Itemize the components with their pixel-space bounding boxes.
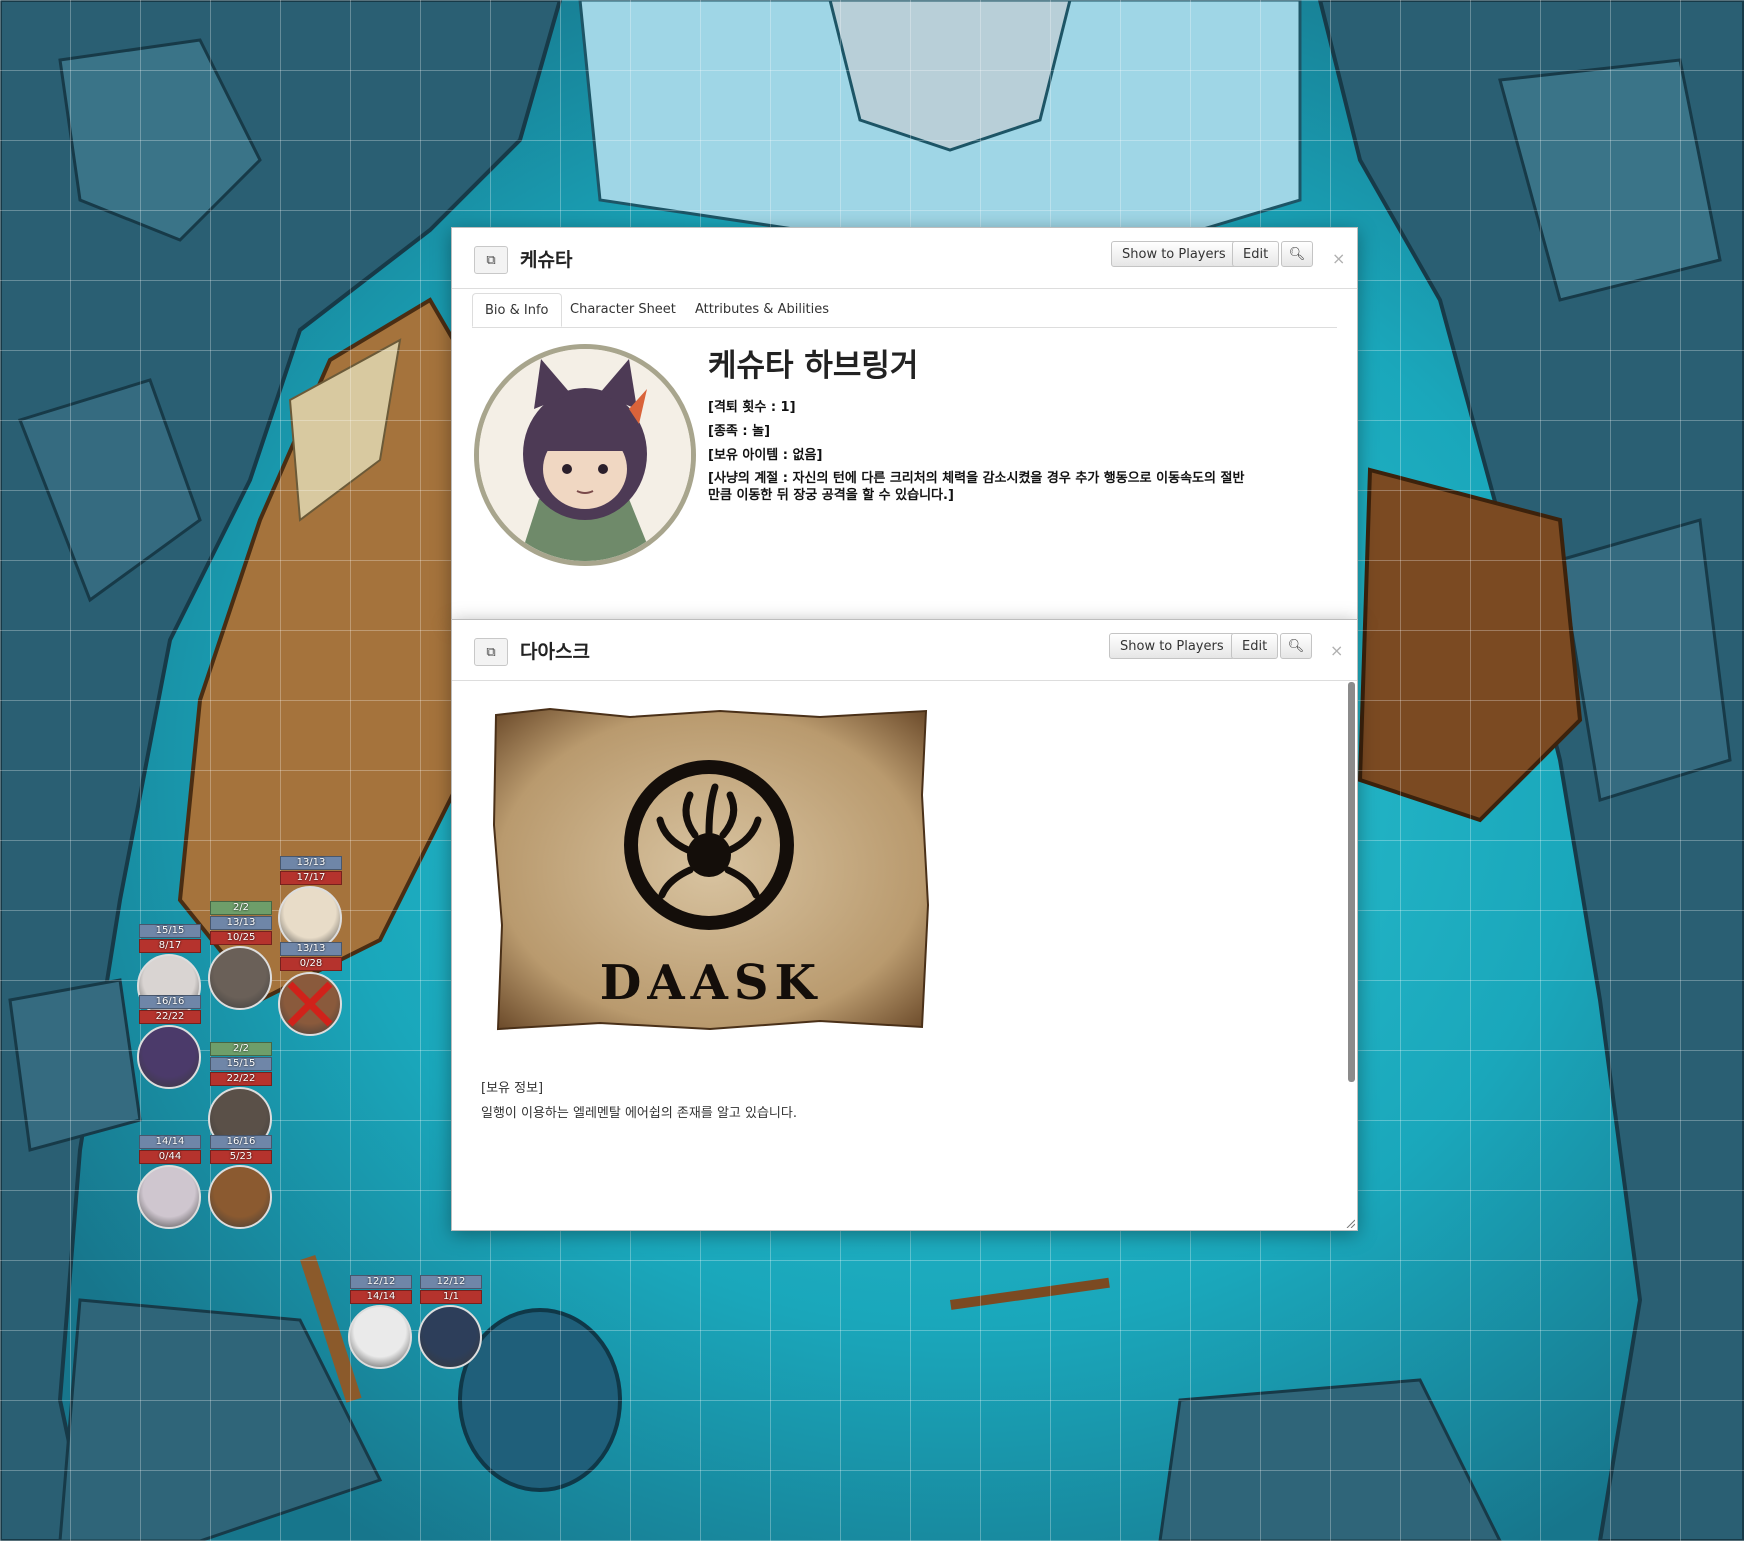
token[interactable]: 13/13 0/28 <box>278 942 344 1036</box>
search-icon: 🔍︎ <box>1288 247 1306 262</box>
token-portrait <box>208 1165 272 1229</box>
token[interactable]: 12/12 1/1 <box>418 1275 484 1369</box>
daask-emblem-image: DAASK <box>490 705 932 1035</box>
character-avatar <box>474 344 696 566</box>
character-dialog-keshuta[interactable]: ⧉ 케슈타 Show to Players Edit 🔍︎ × Bio & In… <box>451 227 1358 621</box>
edit-button[interactable]: Edit <box>1231 633 1279 659</box>
token-bar: 14/14 <box>350 1290 412 1304</box>
tab-character-sheet[interactable]: Character Sheet <box>558 293 688 327</box>
character-name: 케슈타 하브링거 <box>708 348 919 384</box>
token[interactable]: 13/13 17/17 <box>278 856 344 950</box>
token-bar: 0/44 <box>139 1150 201 1164</box>
section-label-info: [보유 정보] <box>481 1081 544 1096</box>
token-portrait <box>208 946 272 1010</box>
dialog-title: 케슈타 <box>520 249 573 271</box>
dialog-title: 다아스크 <box>520 641 590 663</box>
token-portrait <box>278 972 342 1036</box>
handout-content: DAASK [보유 정보] 일행이 이용하는 엘레멘탈 에어쉽의 존재를 알고 … <box>452 681 1345 1230</box>
token-bar: 13/13 <box>280 942 342 956</box>
show-to-players-button[interactable]: Show to Players <box>1111 241 1237 267</box>
token-bar: 13/13 <box>280 856 342 870</box>
token-bar: 8/17 <box>139 939 201 953</box>
token-bar: 13/13 <box>210 916 272 930</box>
token-bar: 17/17 <box>280 871 342 885</box>
search-button[interactable]: 🔍︎ <box>1281 241 1313 267</box>
search-icon: 🔍︎ <box>1287 639 1305 654</box>
token-bar: 12/12 <box>350 1275 412 1289</box>
token-bar: 2/2 <box>210 901 272 915</box>
token-bar: 22/22 <box>139 1010 201 1024</box>
token-bar: 22/22 <box>210 1072 272 1086</box>
ability-description: [사냥의 계절 : 자신의 턴에 다른 크리처의 체력을 감소시켰을 경우 추가… <box>708 471 1245 503</box>
popout-button[interactable]: ⧉ <box>474 638 508 666</box>
close-icon[interactable]: × <box>1332 249 1345 268</box>
popout-icon: ⧉ <box>486 252 496 268</box>
token-portrait <box>348 1305 412 1369</box>
token-bar: 12/12 <box>420 1275 482 1289</box>
info-line-defeats: [격퇴 횟수 : 1] <box>708 400 796 415</box>
token[interactable]: 12/12 14/14 <box>348 1275 414 1369</box>
token[interactable]: 16/16 5/23 <box>208 1135 274 1229</box>
token-portrait <box>418 1305 482 1369</box>
resize-handle-icon[interactable] <box>1345 1218 1355 1228</box>
section-text-info: 일행이 이용하는 엘레멘탈 에어쉽의 존재를 알고 있습니다. <box>481 1106 797 1121</box>
token-bar: 2/2 <box>210 1042 272 1056</box>
edit-button[interactable]: Edit <box>1232 241 1280 267</box>
token-bar: 16/16 <box>139 995 201 1009</box>
popout-icon: ⧉ <box>486 644 496 660</box>
token-bar: 0/28 <box>280 957 342 971</box>
tab-bar: Bio & Info Character Sheet Attributes & … <box>472 293 1337 328</box>
token-portrait <box>137 1025 201 1089</box>
close-icon[interactable]: × <box>1330 641 1343 660</box>
handout-dialog-daask[interactable]: ⧉ 다아스크 Show to Players Edit 🔍︎ × DAASK [… <box>451 619 1358 1231</box>
token-bar: 15/15 <box>139 924 201 938</box>
tab-attributes-abilities[interactable]: Attributes & Abilities <box>683 293 841 327</box>
popout-button[interactable]: ⧉ <box>474 246 508 274</box>
token-bar: 15/15 <box>210 1057 272 1071</box>
token-portrait <box>278 886 342 950</box>
daask-logo-text: DAASK <box>599 955 823 1011</box>
tab-bio-info[interactable]: Bio & Info <box>472 293 562 327</box>
token[interactable]: 14/14 0/44 <box>137 1135 203 1229</box>
dialog-header: ⧉ 다아스크 Show to Players Edit 🔍︎ × <box>452 620 1357 681</box>
info-line-items: [보유 아이템 : 없음] <box>708 448 823 463</box>
show-to-players-button[interactable]: Show to Players <box>1109 633 1235 659</box>
token-bar: 14/14 <box>139 1135 201 1149</box>
token[interactable]: 2/2 13/13 10/25 <box>208 901 274 1010</box>
token-portrait <box>137 1165 201 1229</box>
search-button[interactable]: 🔍︎ <box>1280 633 1312 659</box>
token-bar: 10/25 <box>210 931 272 945</box>
scrollbar[interactable] <box>1348 682 1355 1082</box>
info-line-race: [종족 : 놀] <box>708 424 771 439</box>
token-bar: 5/23 <box>210 1150 272 1164</box>
dead-marker-icon <box>287 981 333 1027</box>
token-bar: 1/1 <box>420 1290 482 1304</box>
token[interactable]: 16/16 22/22 <box>137 995 203 1089</box>
token-bar: 16/16 <box>210 1135 272 1149</box>
dialog-header: ⧉ 케슈타 Show to Players Edit 🔍︎ × <box>452 228 1357 289</box>
